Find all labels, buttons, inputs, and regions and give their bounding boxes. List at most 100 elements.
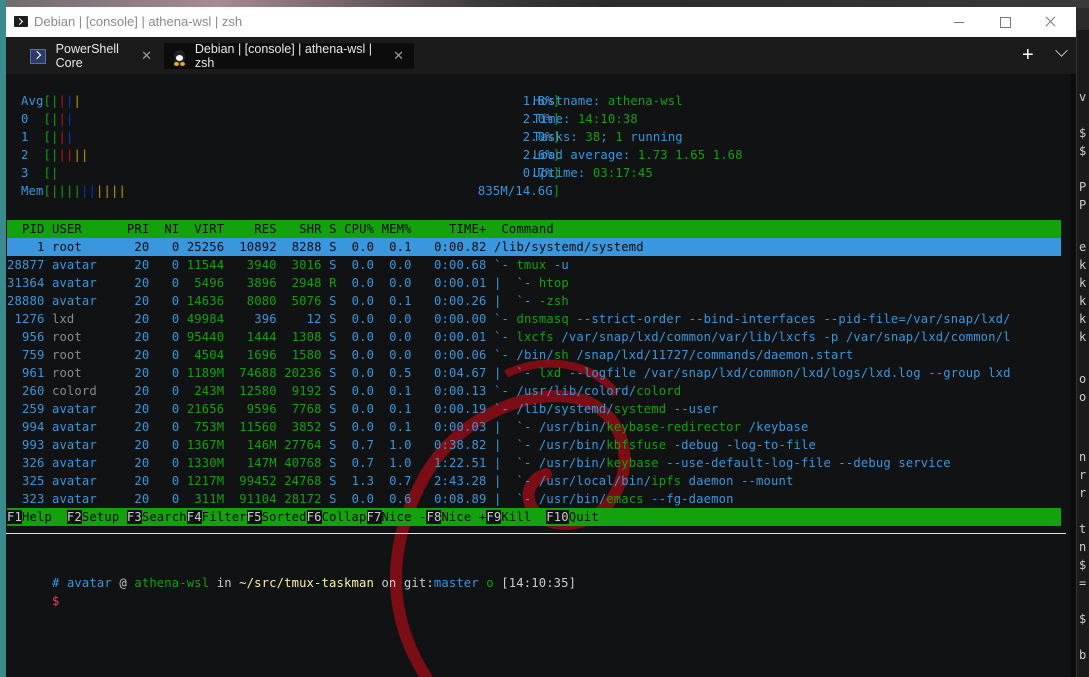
background-text-fragment: o bbox=[1079, 372, 1087, 386]
state-cell: S bbox=[329, 330, 337, 344]
process-row[interactable]: 961 root 20 0 1189M 74688 20236 S 0.0 0.… bbox=[7, 364, 1011, 382]
background-text-fragment: $ bbox=[1079, 144, 1087, 158]
close-tab-icon[interactable]: ✕ bbox=[393, 48, 404, 64]
fkey-f7[interactable]: F7Nice - bbox=[366, 510, 427, 524]
terminal-pane[interactable]: Avg[|||| 1.8%] 0 [||| 2.0%] 1 [||| 2.0%]… bbox=[6, 74, 1070, 677]
column-header-user[interactable]: USER bbox=[52, 222, 82, 236]
user-cell: avatar bbox=[51, 402, 97, 416]
command-path: /usr/local/bin/ bbox=[538, 474, 652, 488]
new-tab-button[interactable]: + bbox=[1022, 45, 1034, 65]
column-header-pri[interactable]: PRI bbox=[127, 222, 149, 236]
fkey-f2[interactable]: F2Setup bbox=[66, 510, 127, 524]
hostname-value: athena-wsl bbox=[607, 94, 683, 108]
fkey-f3[interactable]: F3Search bbox=[126, 510, 187, 524]
column-header-pid[interactable]: PID bbox=[22, 222, 44, 236]
pane-divider[interactable] bbox=[6, 533, 1066, 534]
res-cell: 1696 bbox=[246, 348, 277, 362]
column-header-command[interactable]: Command bbox=[501, 222, 553, 236]
process-row[interactable]: 28877 avatar 20 0 11544 3940 3016 S 0.0 … bbox=[7, 256, 569, 274]
nice-cell: 0 bbox=[171, 258, 180, 272]
process-row[interactable]: 759 root 20 0 4504 1696 1580 S 0.0 0.0 0… bbox=[7, 346, 853, 364]
function-key-bar: F1Help F2Setup F3SearchF4FilterF5SortedF… bbox=[7, 508, 1061, 526]
shell-input-line[interactable]: $ bbox=[7, 574, 59, 608]
process-row[interactable]: 1 root 20 0 25256 10892 8288 S 0.0 0.1 0… bbox=[7, 238, 1061, 256]
column-header-res[interactable]: RES bbox=[254, 222, 276, 236]
maximize-button[interactable] bbox=[982, 7, 1028, 37]
system-info-line: Uptime: 03:17:45 bbox=[533, 164, 653, 182]
pid-cell: 28880 bbox=[7, 294, 45, 308]
background-text-fragment: $ bbox=[1079, 126, 1087, 140]
cpu-cell: 0.0 bbox=[351, 384, 375, 398]
fkey-f4[interactable]: F4Filter bbox=[186, 510, 247, 524]
title-bar[interactable]: Debian | [console] | athena-wsl | zsh bbox=[6, 7, 1076, 37]
background-text-fragment: k bbox=[1079, 294, 1087, 308]
chevron-down-icon[interactable] bbox=[1055, 44, 1068, 57]
cpu-cell: 0.0 bbox=[351, 420, 375, 434]
fkey-f1[interactable]: F1Help bbox=[7, 510, 67, 524]
meter-bracket: [ bbox=[43, 184, 51, 198]
minimize-button[interactable] bbox=[936, 7, 982, 37]
state-cell: S bbox=[329, 258, 337, 272]
process-row[interactable]: 259 avatar 20 0 21656 9596 7768 S 0.0 0.… bbox=[7, 400, 719, 418]
priority-cell: 20 bbox=[134, 348, 150, 362]
shr-cell: 5076 bbox=[291, 294, 322, 308]
column-header-ni[interactable]: NI bbox=[164, 222, 179, 236]
process-row[interactable]: 28880 avatar 20 0 14636 8080 5076 S 0.0 … bbox=[7, 292, 569, 310]
tab-debian[interactable]: Debian | [console] | athena-wsl | zsh ✕ bbox=[164, 42, 414, 70]
cpu-cell: 0.0 bbox=[351, 240, 375, 254]
command-binary: tmux bbox=[516, 258, 547, 272]
process-row[interactable]: 993 avatar 20 0 1367M 146M 27764 S 0.7 1… bbox=[7, 436, 816, 454]
shr-cell: 27764 bbox=[284, 438, 322, 452]
column-header-mem[interactable]: MEM% bbox=[382, 222, 412, 236]
cpu-cell: 0.0 bbox=[351, 330, 375, 344]
virt-cell: 14636 bbox=[186, 294, 225, 308]
time-cell: 0:00.13 bbox=[434, 384, 487, 398]
background-text-fragment: n bbox=[1079, 450, 1087, 464]
meter-label: 2 bbox=[21, 148, 44, 162]
command-binary: emacs bbox=[606, 492, 644, 506]
res-cell: 146M bbox=[246, 438, 277, 452]
tab-powershell-core[interactable]: PowerShell Core ✕ bbox=[22, 42, 162, 70]
running-count: 1 bbox=[615, 130, 623, 144]
close-tab-icon[interactable]: ✕ bbox=[141, 48, 152, 64]
mem-cell: 1.0 bbox=[389, 456, 412, 470]
mem-cell: 0.1 bbox=[389, 402, 412, 416]
background-text-fragment: t bbox=[1079, 522, 1087, 536]
cpu-meter: Avg[|||| 1.8%] bbox=[21, 92, 560, 110]
user-cell: avatar bbox=[51, 276, 97, 290]
column-header-time[interactable]: TIME+ bbox=[449, 222, 486, 236]
user-cell: colord bbox=[51, 384, 97, 398]
window-title: Debian | [console] | athena-wsl | zsh bbox=[34, 14, 243, 29]
fkey-f10[interactable]: F10Quit bbox=[546, 510, 599, 524]
fkey-f9[interactable]: F9Kill bbox=[486, 510, 547, 524]
column-header-cpu[interactable]: CPU% bbox=[344, 222, 374, 236]
fkey-label: Nice - bbox=[381, 510, 427, 524]
mem-cell: 0.0 bbox=[389, 312, 412, 326]
state-cell: S bbox=[329, 384, 337, 398]
process-row[interactable]: 31364 avatar 20 0 5496 3896 2948 R 0.0 0… bbox=[7, 274, 569, 292]
fkey-f8[interactable]: F8Nice + bbox=[426, 510, 487, 524]
pid-cell: 28877 bbox=[7, 258, 45, 272]
process-row[interactable]: 994 avatar 20 0 753M 11560 3852 S 0.0 0.… bbox=[7, 418, 809, 436]
fkey-label: Help bbox=[21, 510, 67, 524]
column-header-virt[interactable]: VIRT bbox=[194, 222, 224, 236]
column-header-shr[interactable]: SHR bbox=[299, 222, 321, 236]
process-row[interactable]: 956 root 20 0 95440 1444 1308 S 0.0 0.0 … bbox=[7, 328, 1011, 346]
user-cell: root bbox=[51, 240, 82, 254]
user-cell: avatar bbox=[51, 420, 97, 434]
process-row[interactable]: 326 avatar 20 0 1330M 147M 40768 S 0.7 1… bbox=[7, 454, 951, 472]
process-row[interactable]: 1276 lxd 20 0 49984 396 12 S 0.0 0.0 0:0… bbox=[7, 310, 1011, 328]
shr-cell: 12 bbox=[306, 312, 322, 326]
process-row[interactable]: 323 avatar 20 0 311M 91104 28172 S 0.0 0… bbox=[7, 490, 734, 508]
process-row[interactable]: 260 colord 20 0 243M 12580 9192 S 0.0 0.… bbox=[7, 382, 681, 400]
column-header-s[interactable]: S bbox=[329, 222, 337, 236]
tree-branch: `- bbox=[493, 258, 517, 272]
tree-branch: | `- bbox=[493, 474, 539, 488]
process-row[interactable]: 325 avatar 20 0 1217M 99452 24768 S 1.3 … bbox=[7, 472, 793, 490]
virt-cell: 11544 bbox=[186, 258, 225, 272]
close-window-button[interactable] bbox=[1028, 7, 1074, 37]
fkey-f5[interactable]: F5Sorted bbox=[246, 510, 307, 524]
fkey-f6[interactable]: F6Collap bbox=[306, 510, 367, 524]
meter-bar-segment: | bbox=[58, 184, 66, 198]
fkey-key: F6 bbox=[306, 510, 322, 524]
